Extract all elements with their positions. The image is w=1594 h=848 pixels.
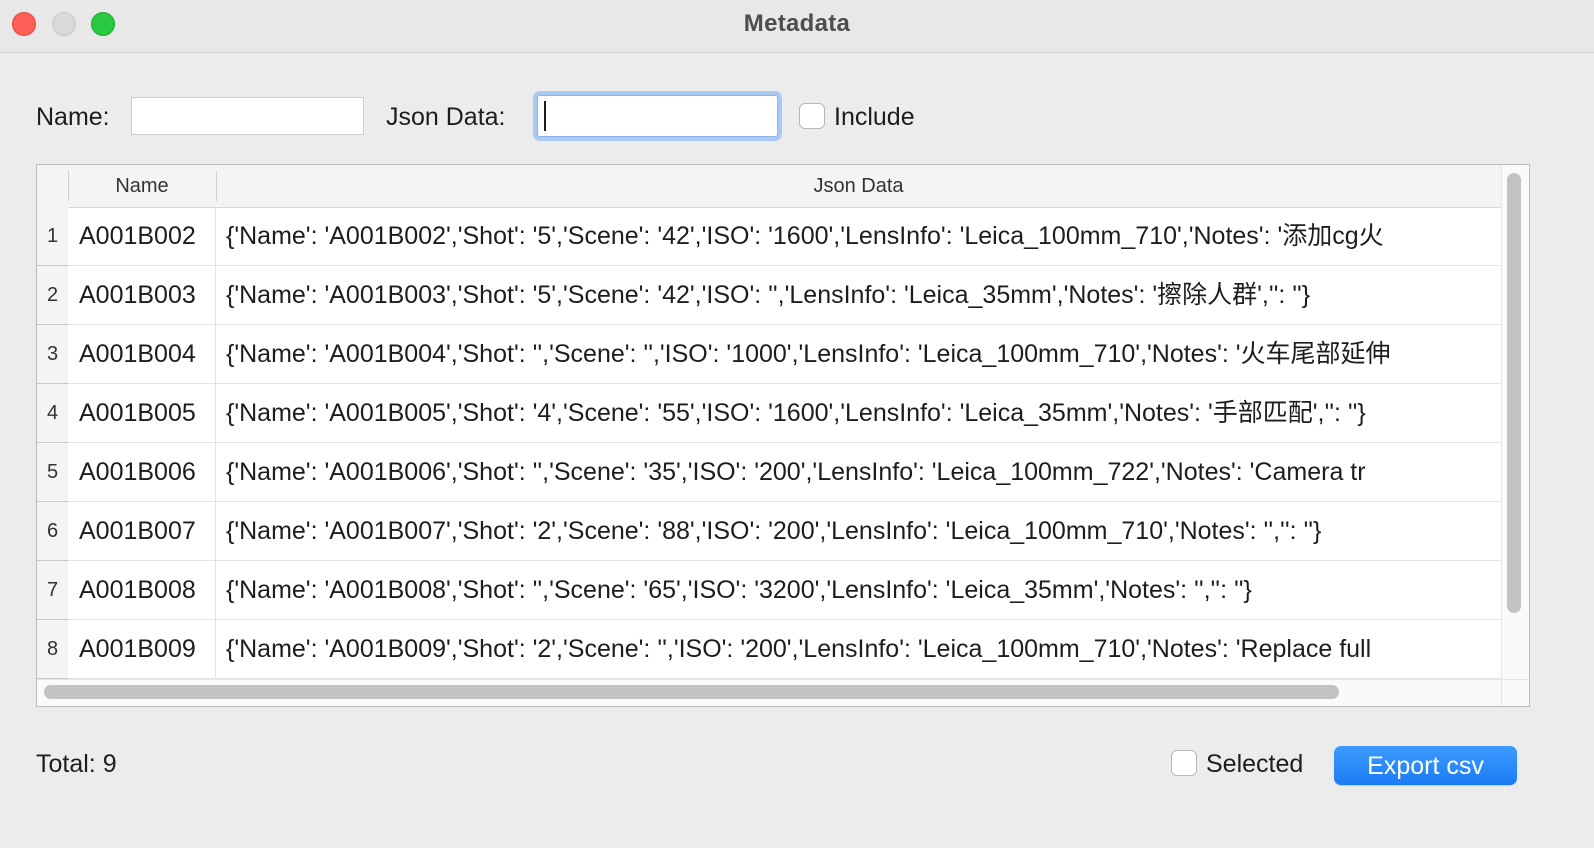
scrollbar-corner [1501, 679, 1529, 706]
text-caret [544, 101, 546, 131]
json-data-cell[interactable]: {'Name': 'A001B002','Shot': '5','Scene':… [216, 207, 1501, 266]
row-number: 5 [37, 443, 68, 502]
table-row[interactable]: 8 A001B009 {'Name': 'A001B009','Shot': '… [37, 620, 1501, 679]
column-header-name[interactable]: Name [68, 165, 216, 207]
json-data-cell[interactable]: {'Name': 'A001B006','Shot': '','Scene': … [216, 443, 1501, 502]
table-header: Name Json Data [37, 165, 1501, 208]
table-row[interactable]: 3 A001B004 {'Name': 'A001B004','Shot': '… [37, 325, 1501, 384]
row-number: 6 [37, 502, 68, 561]
row-number: 4 [37, 384, 68, 443]
table-body: 1 A001B002 {'Name': 'A001B002','Shot': '… [37, 207, 1501, 679]
row-number: 2 [37, 266, 68, 325]
total-count-label: Total: 9 [36, 750, 117, 778]
json-filter-input[interactable] [537, 95, 778, 137]
name-cell[interactable]: A001B004 [68, 325, 216, 384]
json-data-cell[interactable]: {'Name': 'A001B005','Shot': '4','Scene':… [216, 384, 1501, 443]
json-data-cell[interactable]: {'Name': 'A001B007','Shot': '2','Scene':… [216, 502, 1501, 561]
row-number: 7 [37, 561, 68, 620]
row-number: 1 [37, 207, 68, 266]
json-filter-label: Json Data: [386, 103, 506, 131]
selected-label[interactable]: Selected [1206, 750, 1303, 779]
json-data-cell[interactable]: {'Name': 'A001B003','Shot': '5','Scene':… [216, 266, 1501, 325]
name-cell[interactable]: A001B007 [68, 502, 216, 561]
window-title: Metadata [743, 10, 851, 37]
name-filter-label: Name: [36, 103, 110, 131]
table-row[interactable]: 5 A001B006 {'Name': 'A001B006','Shot': '… [37, 443, 1501, 502]
metadata-window: Metadata Name: Json Data: Include Name J… [0, 0, 1594, 848]
metadata-table: Name Json Data 1 A001B002 {'Name': 'A001… [36, 164, 1530, 707]
selected-checkbox[interactable] [1171, 750, 1197, 776]
table-row[interactable]: 4 A001B005 {'Name': 'A001B005','Shot': '… [37, 384, 1501, 443]
json-data-cell[interactable]: {'Name': 'A001B009','Shot': '2','Scene':… [216, 620, 1501, 679]
table-row[interactable]: 7 A001B008 {'Name': 'A001B008','Shot': '… [37, 561, 1501, 620]
include-checkbox[interactable] [799, 103, 825, 129]
json-data-cell[interactable]: {'Name': 'A001B008','Shot': '','Scene': … [216, 561, 1501, 620]
name-cell[interactable]: A001B002 [68, 207, 216, 266]
table-row[interactable]: 1 A001B002 {'Name': 'A001B002','Shot': '… [37, 207, 1501, 266]
row-number: 3 [37, 325, 68, 384]
table-row[interactable]: 6 A001B007 {'Name': 'A001B007','Shot': '… [37, 502, 1501, 561]
table-row[interactable]: 2 A001B003 {'Name': 'A001B003','Shot': '… [37, 266, 1501, 325]
name-cell[interactable]: A001B009 [68, 620, 216, 679]
horizontal-scrollbar-thumb[interactable] [44, 685, 1339, 699]
name-cell[interactable]: A001B006 [68, 443, 216, 502]
title-bar: Metadata [0, 0, 1594, 53]
export-csv-button[interactable]: Export csv [1334, 746, 1517, 785]
name-cell[interactable]: A001B003 [68, 266, 216, 325]
name-filter-input[interactable] [131, 97, 364, 135]
name-cell[interactable]: A001B008 [68, 561, 216, 620]
json-data-cell[interactable]: {'Name': 'A001B004','Shot': '','Scene': … [216, 325, 1501, 384]
include-label[interactable]: Include [834, 103, 915, 132]
column-header-json-data[interactable]: Json Data [216, 165, 1501, 207]
name-cell[interactable]: A001B005 [68, 384, 216, 443]
vertical-scrollbar-thumb[interactable] [1507, 173, 1521, 613]
row-number: 8 [37, 620, 68, 679]
